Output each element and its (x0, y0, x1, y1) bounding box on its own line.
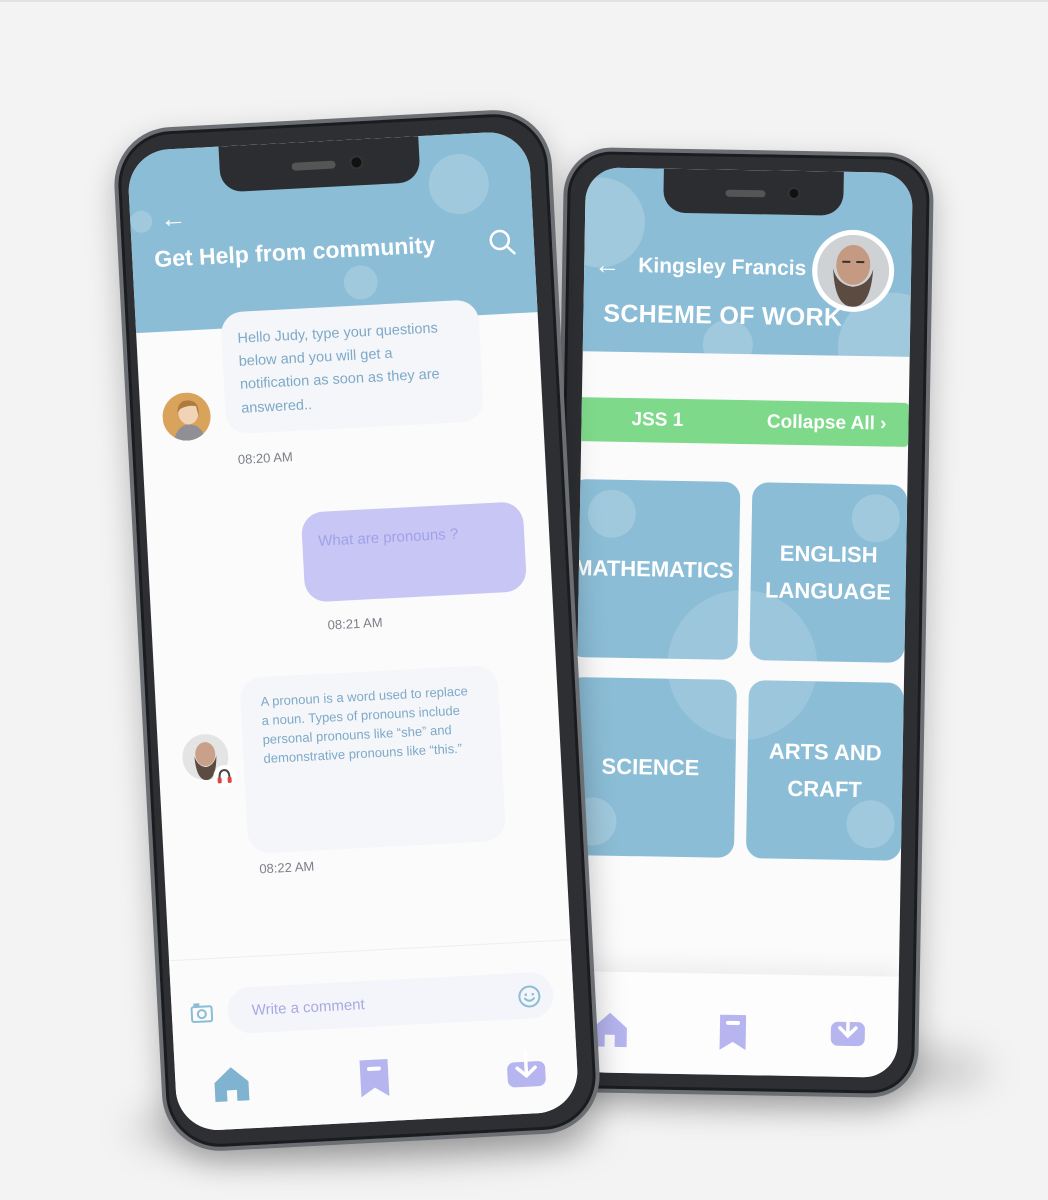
earpiece (291, 160, 336, 171)
front-camera (349, 155, 364, 170)
message-time: 08:22 AM (258, 858, 315, 877)
subject-label: MATHEMATICS (574, 555, 734, 584)
camera-icon[interactable] (189, 1001, 214, 1024)
message-text: Hello Judy, type your questions below an… (237, 320, 441, 417)
class-label: JSS 1 (631, 409, 684, 431)
scheme-screen: ← Kingsley Francis SCHEME OF WORK JSS 1 … (570, 167, 913, 1078)
message-time: 08:20 AM (237, 449, 294, 467)
subject-label: ARTS AND CRAFT (768, 738, 882, 803)
header-decor-circle (129, 210, 153, 234)
header-decor-circle (342, 264, 379, 301)
top-border (0, 0, 1048, 2)
class-accordion-bar[interactable]: JSS 1 Collapse All › (581, 397, 909, 447)
teacher-name: Kingsley Francis (638, 254, 807, 281)
subject-label: ENGLISH LANGUAGE (764, 540, 892, 605)
message-text: A pronoun is a word used to replace a no… (260, 683, 469, 766)
message-time: 08:21 AM (327, 614, 383, 633)
incoming-message: A pronoun is a word used to replace a no… (239, 664, 507, 854)
download-icon[interactable] (504, 1050, 548, 1090)
phone-notch (663, 168, 844, 216)
scheme-of-work-phone: ← Kingsley Francis SCHEME OF WORK JSS 1 … (547, 146, 935, 1099)
scheme-title: SCHEME OF WORK (603, 299, 843, 332)
bookmark-icon[interactable] (356, 1056, 392, 1100)
search-icon[interactable] (487, 227, 516, 256)
headset-badge-icon (212, 764, 237, 788)
back-arrow-icon[interactable]: ← (159, 202, 187, 233)
download-icon[interactable] (829, 1012, 868, 1049)
front-camera (787, 186, 801, 200)
collapse-all-link[interactable]: Collapse All › (767, 411, 887, 435)
card-decor-circle (587, 489, 637, 539)
earpiece (725, 189, 766, 198)
header-decor-circle (427, 152, 491, 216)
home-icon[interactable] (211, 1063, 253, 1105)
judy-avatar (161, 391, 212, 442)
chat-screen: ← Get Help from community Hello Judy, ty… (126, 130, 580, 1133)
comment-input[interactable] (226, 971, 555, 1035)
bookmark-icon[interactable] (717, 1012, 750, 1053)
community-chat-phone: ← Get Help from community Hello Judy, ty… (111, 107, 603, 1154)
comment-bar (169, 939, 580, 1133)
bearded-man-avatar-icon (816, 234, 890, 308)
message-text: What are pronouns ? (317, 525, 459, 550)
incoming-message: Hello Judy, type your questions below an… (220, 299, 485, 435)
subject-label: SCIENCE (601, 753, 700, 781)
bottom-nav (570, 971, 899, 1078)
back-arrow-icon[interactable]: ← (594, 249, 621, 279)
outgoing-message: What are pronouns ? (300, 501, 528, 603)
smiley-icon[interactable] (517, 984, 542, 1009)
